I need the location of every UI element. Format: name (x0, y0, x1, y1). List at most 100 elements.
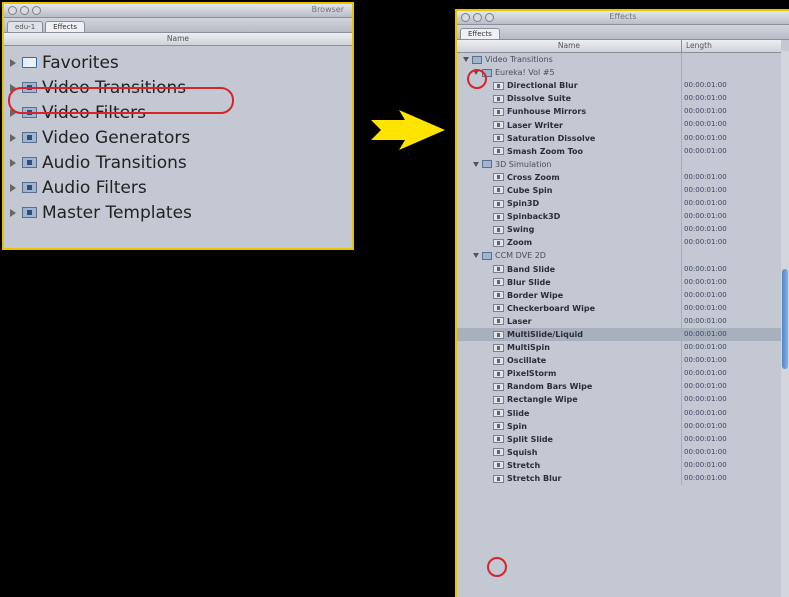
effect-label: Cross Zoom (507, 172, 560, 182)
length-cell: 00:00:01:00 (681, 380, 781, 394)
name-column-header[interactable]: Name (457, 40, 681, 52)
effect-row-cube-spin[interactable]: Cube Spin 00:00:01:00 (457, 183, 781, 198)
effect-row-swing[interactable]: Swing 00:00:01:00 (457, 223, 781, 237)
effect-row-multispin[interactable]: MultiSpin 00:00:01:00 (457, 341, 781, 355)
browser-titlebar[interactable]: Browser (4, 4, 352, 18)
effect-row-random-bars-wipe[interactable]: Random Bars Wipe 00:00:01:00 (457, 380, 781, 394)
effect-row-border-wipe[interactable]: Border Wipe 00:00:01:00 (457, 288, 781, 302)
browser-item-video-generators[interactable]: Video Generators (4, 125, 352, 150)
effect-row-squish[interactable]: Squish 00:00:01:00 (457, 445, 781, 459)
effect-row-stretch-blur[interactable]: Stretch Blur 00:00:01:00 (457, 472, 781, 486)
transition-icon (493, 147, 504, 156)
effect-row-directional-blur[interactable]: Directional Blur 00:00:01:00 (457, 79, 781, 93)
effect-row-band-slide[interactable]: Band Slide 00:00:01:00 (457, 262, 781, 276)
length-cell: 00:00:01:00 (681, 170, 781, 184)
name-cell: 3D Simulation (457, 160, 681, 169)
length-cell: 00:00:01:00 (681, 275, 781, 289)
effect-row-zoom[interactable]: Zoom 00:00:01:00 (457, 236, 781, 250)
effect-row-smash-zoom-too[interactable]: Smash Zoom Too 00:00:01:00 (457, 144, 781, 158)
length-cell: 00:00:01:00 (681, 327, 781, 342)
effect-row-rectangle-wipe[interactable]: Rectangle Wipe 00:00:01:00 (457, 393, 781, 407)
effect-row-multislide-liquid[interactable]: MultiSlide/Liquid 00:00:01:00 (457, 327, 781, 342)
vertical-scrollbar[interactable] (781, 51, 789, 597)
length-cell: 00:00:01:00 (681, 301, 781, 315)
effect-row-oscillate[interactable]: Oscillate 00:00:01:00 (457, 354, 781, 368)
zoom-window-icon[interactable] (32, 6, 41, 15)
effect-label: Saturation Dissolve (507, 133, 596, 143)
scrollbar-thumb[interactable] (782, 269, 788, 369)
bin-row-video-transitions[interactable]: Video Transitions (457, 53, 781, 67)
minimize-window-icon[interactable] (20, 6, 29, 15)
effect-row-laser[interactable]: Laser 00:00:01:00 (457, 314, 781, 328)
effect-row-checkerboard-wipe[interactable]: Checkerboard Wipe 00:00:01:00 (457, 301, 781, 315)
tab-edu-1[interactable]: edu-1 (7, 21, 44, 32)
disclosure-triangle-icon[interactable] (473, 161, 479, 167)
name-cell: Funhouse Mirrors (457, 107, 681, 116)
effect-row-spin[interactable]: Spin 00:00:01:00 (457, 419, 781, 433)
effects-titlebar[interactable]: Effects (457, 11, 789, 25)
name-cell: MultiSlide/Liquid (457, 330, 681, 339)
name-cell: Slide (457, 409, 681, 418)
transition-icon (493, 435, 504, 444)
disclosure-triangle-icon[interactable] (473, 253, 479, 259)
effect-label: Smash Zoom Too (507, 146, 584, 156)
length-cell: 00:00:01:00 (681, 118, 781, 132)
bin-row-3d-simulation[interactable]: 3D Simulation (457, 157, 781, 171)
effect-row-blur-slide[interactable]: Blur Slide 00:00:01:00 (457, 275, 781, 289)
length-cell: 00:00:01:00 (681, 236, 781, 250)
browser-item-label: Audio Filters (42, 177, 147, 198)
effect-row-saturation-dissolve[interactable]: Saturation Dissolve 00:00:01:00 (457, 131, 781, 145)
transition-icon (493, 474, 504, 483)
disclosure-triangle-icon[interactable] (10, 133, 16, 142)
bin-row-eureka-vol-5[interactable]: Eureka! Vol #5 (457, 66, 781, 80)
length-cell: 00:00:01:00 (681, 92, 781, 106)
effect-row-cross-zoom[interactable]: Cross Zoom 00:00:01:00 (457, 170, 781, 184)
effect-label: 3D Simulation (495, 159, 552, 169)
effect-row-spinback3d[interactable]: Spinback3D 00:00:01:00 (457, 210, 781, 224)
disclosure-triangle-icon[interactable] (10, 183, 16, 192)
bin-icon (482, 160, 492, 169)
effect-row-split-slide[interactable]: Split Slide 00:00:01:00 (457, 432, 781, 446)
name-cell: Spin (457, 422, 681, 431)
name-cell: Eureka! Vol #5 (457, 68, 681, 77)
transition-icon (493, 395, 504, 404)
effect-label: Border Wipe (507, 290, 564, 300)
effect-row-laser-writer[interactable]: Laser Writer 00:00:01:00 (457, 118, 781, 132)
effects-list: Video Transitions Eureka! Vol #5 Direction… (457, 53, 781, 486)
close-window-icon[interactable] (8, 6, 17, 15)
name-cell: Dissolve Suite (457, 94, 681, 103)
length-column-header[interactable]: Length (681, 40, 781, 52)
name-cell: Spin3D (457, 199, 681, 208)
bin-icon (22, 207, 37, 218)
disclosure-triangle-icon[interactable] (10, 208, 16, 217)
tab-effects[interactable]: Effects (45, 21, 85, 32)
length-cell: 00:00:01:00 (681, 79, 781, 93)
length-cell (681, 66, 781, 80)
effect-row-funhouse-mirrors[interactable]: Funhouse Mirrors 00:00:01:00 (457, 105, 781, 119)
disclosure-triangle-icon[interactable] (10, 58, 16, 67)
browser-item-master-templates[interactable]: Master Templates (4, 200, 352, 225)
bin-row-ccm-dve-2d[interactable]: CCM DVE 2D (457, 249, 781, 263)
disclosure-triangle-icon[interactable] (463, 57, 469, 63)
effect-row-pixelstorm[interactable]: PixelStorm 00:00:01:00 (457, 367, 781, 381)
browser-title: Browser (311, 5, 344, 14)
browser-column-header[interactable]: Name (4, 33, 352, 46)
transition-icon (493, 461, 504, 470)
browser-item-audio-filters[interactable]: Audio Filters (4, 175, 352, 200)
effect-label: MultiSlide/Liquid (507, 330, 584, 340)
tab-effects[interactable]: Effects (460, 28, 500, 39)
length-cell: 00:00:01:00 (681, 288, 781, 302)
effect-row-spin3d[interactable]: Spin3D 00:00:01:00 (457, 197, 781, 211)
effect-row-slide[interactable]: Slide 00:00:01:00 (457, 406, 781, 420)
disclosure-triangle-icon[interactable] (10, 158, 16, 167)
effect-label: Laser (507, 316, 532, 326)
effect-row-dissolve-suite[interactable]: Dissolve Suite 00:00:01:00 (457, 92, 781, 106)
right-arrow-icon (371, 110, 445, 150)
transition-icon (493, 409, 504, 418)
name-cell: CCM DVE 2D (457, 251, 681, 260)
name-cell: Stretch (457, 461, 681, 470)
effect-row-stretch[interactable]: Stretch 00:00:01:00 (457, 458, 781, 472)
browser-item-favorites[interactable]: Favorites (4, 50, 352, 75)
name-cell: Saturation Dissolve (457, 134, 681, 143)
browser-item-audio-transitions[interactable]: Audio Transitions (4, 150, 352, 175)
